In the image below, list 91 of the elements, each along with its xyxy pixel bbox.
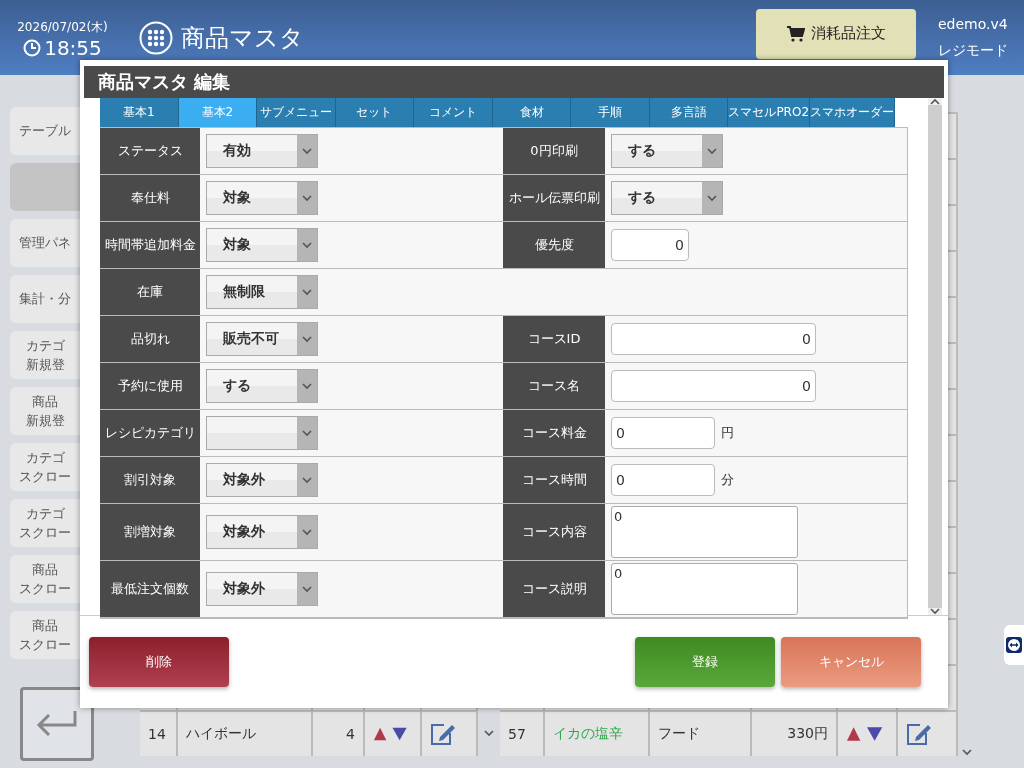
table-cell: 4	[313, 712, 365, 756]
field-label: 在庫	[100, 269, 200, 315]
field-label: 割引対象	[100, 457, 200, 503]
dropdown[interactable]: 対象外	[206, 515, 318, 549]
chevron-down-icon[interactable]	[302, 147, 312, 155]
dropdown[interactable]: 無制限	[206, 275, 318, 309]
field-label: コース時間	[503, 457, 605, 503]
chevron-down-icon[interactable]	[484, 729, 494, 737]
tab[interactable]: サブメニュー	[257, 98, 336, 127]
mode-label: レジモード	[938, 41, 1009, 60]
table-cell: 330円	[752, 712, 838, 756]
field-label: 最低注文個数	[100, 561, 200, 617]
chevron-down-icon[interactable]	[302, 241, 312, 249]
chevron-down-icon[interactable]	[302, 429, 312, 437]
dropdown[interactable]: 販売不可	[206, 322, 318, 356]
tab[interactable]: セット	[335, 98, 415, 127]
dropdown[interactable]: 対象	[206, 228, 318, 262]
field-label: 奉仕料	[100, 175, 200, 221]
field-label: コース料金	[503, 410, 605, 456]
chevron-down-icon[interactable]	[302, 194, 312, 202]
edit-icon[interactable]	[906, 722, 932, 746]
field-label: 予約に使用	[100, 363, 200, 409]
edit-icon[interactable]	[430, 722, 456, 746]
chevron-down-icon[interactable]	[930, 608, 940, 615]
date-text: 2026/07/02(木)	[17, 19, 108, 36]
input-field[interactable]: 0	[611, 370, 816, 402]
field-label: 0円印刷	[503, 128, 605, 174]
field-label: 品切れ	[100, 316, 200, 362]
tab[interactable]: 食材	[492, 98, 572, 127]
tab[interactable]: 基本1	[100, 98, 179, 127]
time-text: 18:55	[44, 36, 102, 60]
field-label: 割増対象	[100, 504, 200, 560]
scrollbar[interactable]	[928, 98, 942, 615]
field-label: ステータス	[100, 128, 200, 174]
dialog-title: 商品マスタ 編集	[84, 66, 944, 98]
dropdown[interactable]: する	[611, 134, 723, 168]
tab[interactable]: コメント	[414, 98, 493, 127]
return-arrow-icon	[35, 709, 79, 739]
field-label: 優先度	[503, 222, 605, 268]
field-label: レシピカテゴリ	[100, 410, 200, 456]
chevron-down-icon[interactable]	[302, 476, 312, 484]
chevron-down-icon[interactable]	[302, 335, 312, 343]
input-field[interactable]: 0	[611, 464, 715, 496]
dropdown[interactable]: 対象外	[206, 572, 318, 606]
tab[interactable]: スマセルPRO2	[728, 98, 811, 127]
text-area[interactable]: 0	[611, 563, 798, 615]
page-title: 商品マスタ	[181, 22, 304, 54]
order-button[interactable]: 消耗品注文	[756, 8, 916, 59]
chevron-down-icon[interactable]	[707, 147, 717, 155]
field-label: ホール伝票印刷	[503, 175, 605, 221]
tab[interactable]: 多言語	[649, 98, 729, 127]
unit-label: 分	[721, 471, 734, 489]
table-cell: ハイボール	[178, 712, 313, 756]
dropdown[interactable]: する	[206, 369, 318, 403]
chevron-down-icon[interactable]	[302, 382, 312, 390]
chevron-down-icon[interactable]	[302, 585, 312, 593]
save-button[interactable]: 登録	[635, 637, 775, 687]
dropdown[interactable]: 対象	[206, 181, 318, 215]
input-field[interactable]: 0	[611, 417, 715, 449]
dropdown[interactable]: 対象外	[206, 463, 318, 497]
chevron-down-icon[interactable]	[707, 194, 717, 202]
text-area[interactable]: 0	[611, 506, 798, 558]
chevron-down-icon[interactable]	[302, 528, 312, 536]
user-name: edemo.v4	[938, 15, 1009, 32]
field-label: コース説明	[503, 561, 605, 617]
back-button[interactable]	[20, 687, 94, 761]
unit-label: 円	[721, 424, 734, 442]
grid-menu-icon[interactable]	[139, 20, 173, 55]
double-arrow-icon	[1006, 637, 1022, 653]
field-label: 時間帯追加料金	[100, 222, 200, 268]
dropdown[interactable]	[206, 416, 318, 450]
chevron-down-icon[interactable]	[302, 288, 312, 296]
input-field[interactable]: 0	[611, 323, 816, 355]
cart-icon	[786, 25, 805, 42]
clock-icon	[23, 39, 42, 57]
dropdown[interactable]: 有効	[206, 134, 318, 168]
number-field[interactable]: 0	[611, 229, 689, 261]
dropdown[interactable]: する	[611, 181, 723, 215]
side-tab[interactable]	[1004, 625, 1024, 665]
field-label: コースID	[503, 316, 605, 362]
table-cell: フード	[650, 712, 752, 756]
delete-button[interactable]: 削除	[89, 637, 229, 687]
chevron-up-icon[interactable]	[930, 98, 940, 105]
field-label: コース内容	[503, 504, 605, 560]
chevron-down-icon[interactable]	[962, 749, 972, 756]
tab[interactable]: スマホオーダー	[810, 98, 896, 127]
tab[interactable]: 手順	[571, 98, 650, 127]
table-cell: 14	[140, 712, 178, 756]
table-cell: 57	[500, 712, 545, 756]
table-cell: イカの塩辛	[545, 712, 650, 756]
field-label: コース名	[503, 363, 605, 409]
